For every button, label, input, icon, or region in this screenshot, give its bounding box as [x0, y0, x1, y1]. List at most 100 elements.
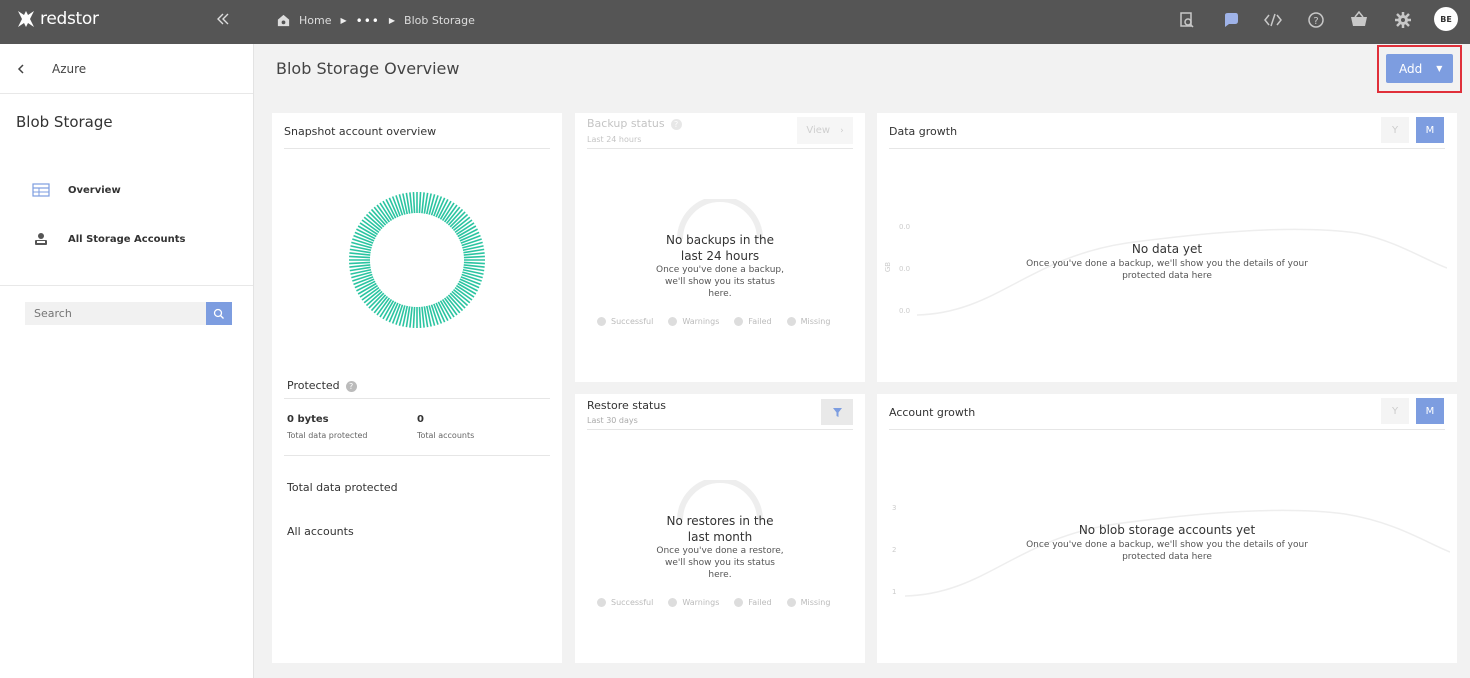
donut-stripe — [421, 306, 425, 328]
donut-stripe — [409, 192, 413, 214]
caret-down-icon: ▼ — [1436, 64, 1443, 73]
breadcrumb-home[interactable]: Home — [299, 14, 331, 27]
donut-stripe — [349, 252, 371, 256]
divider — [284, 455, 550, 456]
axis-tick: 0.0 — [899, 223, 911, 231]
month-toggle[interactable]: M — [1416, 117, 1444, 143]
add-button[interactable]: Add ▼ — [1386, 54, 1453, 83]
filter-icon — [832, 407, 842, 417]
sidebar-item-label: All Storage Accounts — [68, 233, 186, 245]
gear-icon[interactable] — [1394, 11, 1412, 29]
empty-subtitle: Once you've done a restore, we'll show y… — [656, 546, 784, 580]
axis-tick: 0.0 — [899, 265, 911, 273]
restore-status-card: Restore status Last 30 days No restores … — [575, 394, 865, 663]
redstor-logo-icon — [18, 11, 34, 27]
data-growth-card: Data growth Y M GB 0.0 0.0 0.0 No data y… — [877, 113, 1457, 382]
axis-unit: GB — [884, 261, 893, 273]
legend-item: Warnings — [668, 317, 719, 326]
bytes-value: 0 bytes — [287, 414, 329, 425]
chat-icon[interactable] — [1222, 11, 1240, 29]
donut-stripe — [349, 261, 371, 265]
donut-stripe — [409, 306, 413, 328]
status-legend: Successful Warnings Failed Missing — [597, 598, 845, 607]
divider — [889, 429, 1445, 430]
sidebar-item-all-storage-accounts[interactable]: All Storage Accounts — [32, 232, 185, 246]
axis-tick: 0.0 — [899, 307, 911, 315]
legend-label: Failed — [748, 598, 772, 607]
legend-item: Successful — [597, 598, 653, 607]
breadcrumb-ellipsis[interactable]: ••• — [356, 14, 380, 28]
svg-text:?: ? — [1313, 16, 1318, 27]
card-subtitle: Last 24 hours — [587, 135, 642, 144]
donut-stripe — [421, 192, 425, 214]
help-icon[interactable]: ? — [1307, 11, 1325, 29]
divider — [284, 148, 550, 149]
breadcrumb-separator-icon: ▶ — [388, 16, 396, 25]
axis-tick: 2 — [892, 546, 897, 554]
all-accounts-label: All accounts — [287, 525, 354, 538]
help-icon[interactable]: ? — [670, 118, 682, 130]
divider — [587, 148, 853, 149]
backup-title: Backup status — [587, 117, 665, 130]
back-label: Azure — [52, 62, 87, 76]
account-growth-card: Account growth Y M 3 2 1 No blob storage… — [877, 394, 1457, 663]
table-icon — [32, 183, 50, 197]
redstor-logo[interactable]: redstor — [16, 9, 99, 29]
legend-label: Successful — [611, 317, 654, 326]
legend-dot — [668, 317, 678, 326]
divider — [284, 398, 550, 399]
backup-status-card: Backup status? Last 24 hours View › No ba… — [575, 113, 865, 382]
help-icon[interactable]: ? — [345, 380, 357, 392]
sidebar-item-label: Overview — [68, 184, 121, 196]
month-toggle[interactable]: M — [1416, 398, 1444, 424]
legend-item: Failed — [734, 317, 772, 326]
card-title: Account growth — [889, 406, 976, 419]
donut-stripe — [463, 261, 485, 265]
search-doc-icon[interactable] — [1178, 11, 1196, 29]
donut-stripe — [412, 306, 416, 328]
donut-stripe — [412, 192, 416, 214]
legend-item: Failed — [734, 598, 772, 607]
donut-stripe — [418, 192, 422, 214]
empty-title: No data yet — [1131, 242, 1203, 256]
search-button[interactable] — [206, 302, 232, 325]
year-toggle[interactable]: Y — [1381, 117, 1409, 143]
code-icon[interactable] — [1264, 11, 1282, 29]
search-input[interactable] — [25, 302, 207, 325]
status-legend: Successful Warnings Failed Missing — [597, 317, 845, 326]
card-title: Data growth — [889, 125, 958, 138]
breadcrumb-current: Blob Storage — [404, 14, 475, 27]
legend-label: Warnings — [682, 317, 720, 326]
view-label: View — [806, 125, 831, 136]
card-subtitle: Last 30 days — [587, 416, 638, 425]
card-title: Restore status — [587, 399, 667, 412]
page-title: Blob Storage Overview — [276, 59, 460, 78]
empty-subtitle: Once you've done a backup, we'll show yo… — [1026, 540, 1308, 562]
donut-stripe — [463, 255, 485, 259]
legend-item: Successful — [597, 317, 653, 326]
card-title: Snapshot account overview — [284, 125, 437, 138]
legend-label: Failed — [748, 317, 772, 326]
basket-icon[interactable] — [1350, 11, 1368, 29]
divider — [889, 148, 1445, 149]
legend-label: Warnings — [682, 598, 720, 607]
legend-label: Missing — [800, 598, 831, 607]
back-link[interactable]: Azure — [16, 62, 86, 76]
view-button[interactable]: View › — [797, 117, 853, 144]
donut-stripe — [418, 306, 422, 328]
collapse-sidebar-icon[interactable] — [216, 12, 230, 30]
filter-button[interactable] — [821, 399, 853, 425]
breadcrumb: Home ▶ ••• ▶ Blob Storage — [276, 13, 475, 28]
legend-dot — [734, 317, 744, 326]
donut-stripe — [463, 252, 485, 256]
card-title: Backup status? — [587, 117, 682, 130]
sidebar-item-overview[interactable]: Overview — [32, 183, 121, 197]
year-toggle[interactable]: Y — [1381, 398, 1409, 424]
legend-dot — [597, 317, 606, 326]
user-avatar[interactable]: BE — [1434, 7, 1458, 31]
accounts-label: Total accounts — [417, 431, 475, 440]
home-icon[interactable] — [276, 13, 291, 28]
legend-dot — [734, 598, 744, 607]
legend-label: Successful — [611, 598, 654, 607]
empty-title: No blob storage accounts yet — [1078, 523, 1256, 537]
